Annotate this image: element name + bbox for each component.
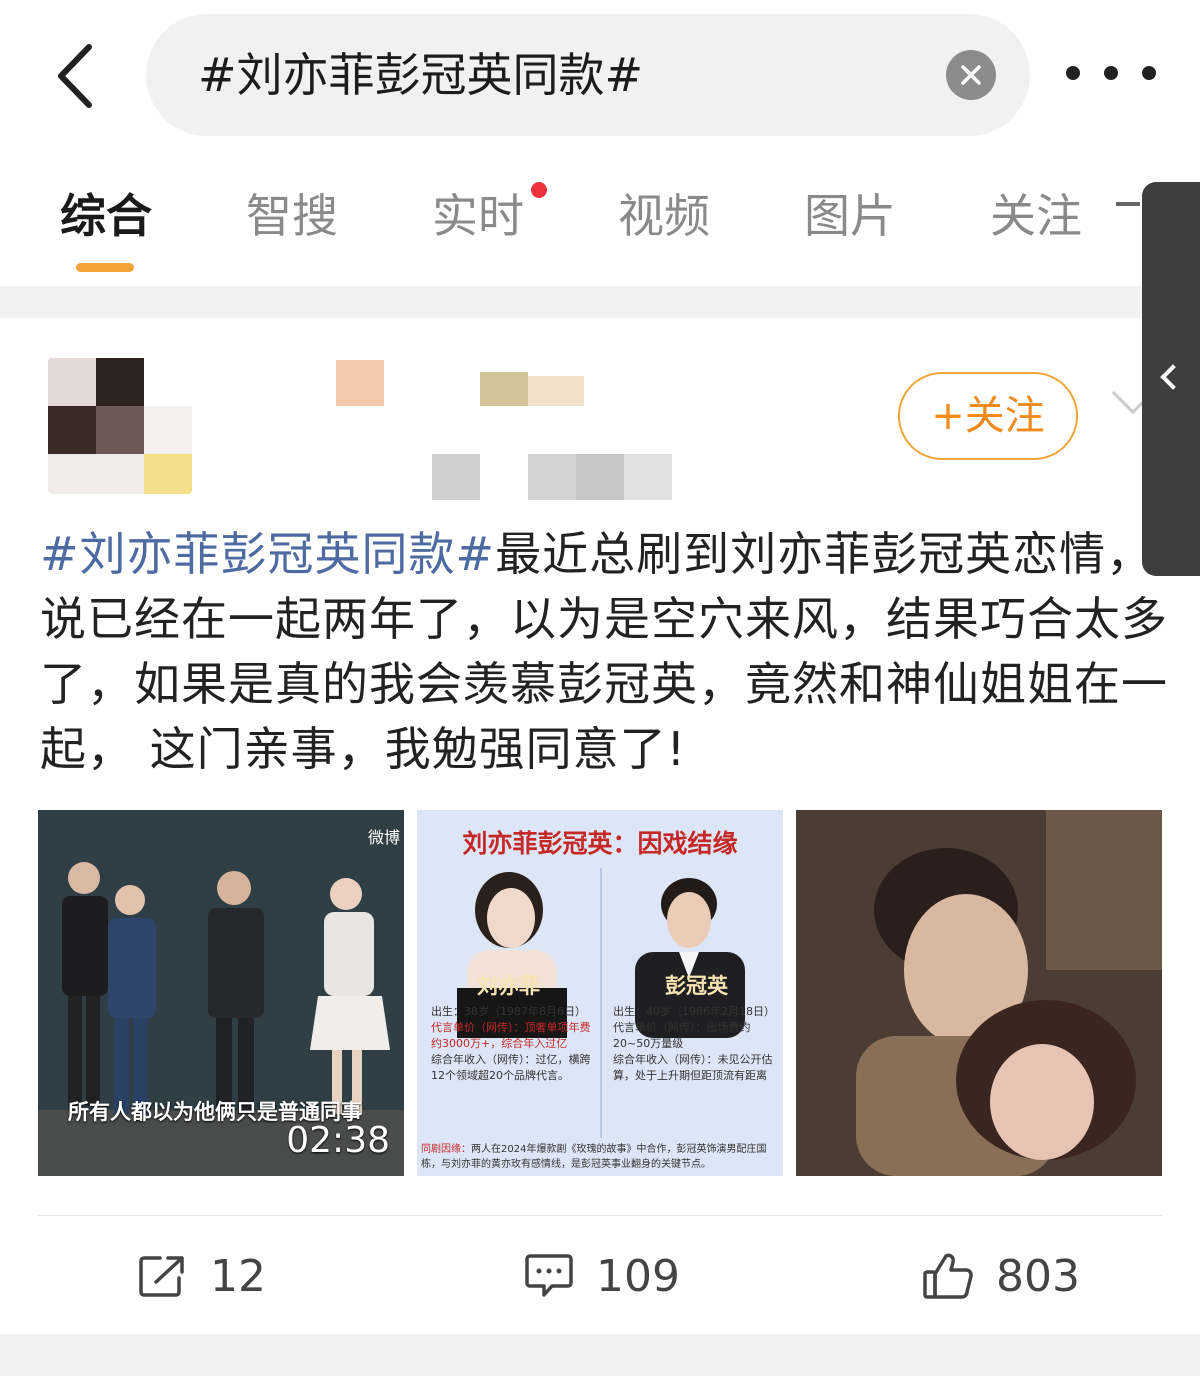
- meta-redacted: [624, 454, 672, 500]
- poster-footer-label: 同剧因缘：: [421, 1144, 471, 1155]
- avatar-pixel: [48, 358, 96, 406]
- post-body: #刘亦菲彭冠英同款#最近总刷到刘亦菲彭冠英恋情，说已经在一起两年了，以为是空穴来…: [40, 522, 1180, 782]
- back-arrow-icon: [58, 44, 92, 108]
- avatar[interactable]: [48, 358, 192, 494]
- more-options-button[interactable]: [1066, 48, 1156, 98]
- tab-realtime[interactable]: 实时: [432, 186, 524, 246]
- comment-icon: [525, 1254, 573, 1297]
- avatar-pixel: [96, 358, 144, 406]
- tab-images[interactable]: 图片: [804, 186, 896, 246]
- meta-redacted: [432, 454, 480, 500]
- video-duration: 02:38: [286, 1120, 390, 1161]
- username-redacted: [528, 376, 584, 406]
- poster-info-line: 综合年收入（网传）：未见公开估算，处于上升期但距顶流有距离: [613, 1053, 773, 1082]
- tab-comprehensive[interactable]: 综合: [60, 186, 152, 246]
- search-query: #刘亦菲彭冠英同款#: [198, 48, 644, 102]
- avatar-pixel: [48, 406, 96, 454]
- repost-count: 12: [210, 1250, 266, 1302]
- back-button[interactable]: [40, 36, 110, 116]
- poster-info-line: 代言单价（网传）：顶奢单项年费约3000万+，综合年入过亿: [431, 1021, 591, 1050]
- poster-title: 刘亦菲彭冠英：因戏结缘: [462, 829, 738, 858]
- post-images: 微博 所有人都以为他俩只是普通同事 02:38 刘亦菲彭冠英：因戏结缘 刘亦菲 …: [38, 810, 1162, 1176]
- comment-button[interactable]: 109: [524, 1240, 680, 1312]
- chevron-left-icon: [1160, 364, 1186, 390]
- hashtag-link[interactable]: #刘亦菲彭冠英同款#: [40, 527, 495, 581]
- poster-right-name: 彭冠英: [665, 973, 728, 998]
- section-separator: [0, 1334, 1200, 1376]
- tab-video[interactable]: 视频: [618, 186, 710, 246]
- video-thumbnail[interactable]: 微博 所有人都以为他俩只是普通同事 02:38: [38, 810, 404, 1176]
- weibo-watermark: 微博: [367, 828, 400, 847]
- repost-button[interactable]: 12: [138, 1240, 266, 1312]
- more-dot-icon: [1142, 66, 1156, 80]
- poster-footer-text: 两人在2024年爆款剧《玫瑰的故事》中合作，彭冠英饰演男配庄国栋，与刘亦菲的黄亦…: [421, 1144, 767, 1170]
- tab-following[interactable]: 关注: [990, 186, 1082, 246]
- new-dot-badge: [531, 182, 547, 198]
- poster-right-info: 出生：40岁（1986年2月18日） 代言单价（网传）：出场费约20~50万量级…: [613, 1004, 775, 1084]
- search-input[interactable]: #刘亦菲彭冠英同款#: [146, 14, 1030, 136]
- search-tabs: 综合 智搜 实时 视频 图片 关注: [0, 150, 1200, 286]
- post-actions: 12 109 803: [0, 1240, 1200, 1312]
- avatar-pixel: [144, 406, 192, 454]
- clear-search-button[interactable]: [946, 50, 996, 100]
- comment-count: 109: [596, 1250, 680, 1302]
- poster-info-line: 出生：38岁（1987年8月6日）: [431, 1005, 586, 1018]
- tab-overflow-hint: [1116, 202, 1140, 206]
- meta-redacted: [576, 454, 624, 500]
- poster-info-line: 代言单价（网传）：出场费约20~50万量级: [613, 1021, 751, 1050]
- poster-info-line: 出生：40岁（1986年2月18日）: [613, 1005, 775, 1018]
- top-bar: #刘亦菲彭冠英同款#: [0, 0, 1200, 150]
- repost-icon: [139, 1256, 184, 1297]
- couple-photo-illustration: [796, 810, 1162, 1176]
- follow-button[interactable]: +关注: [898, 372, 1078, 460]
- comparison-poster-image[interactable]: 刘亦菲彭冠英：因戏结缘 刘亦菲 彭冠英 出生：38岁（1987年8月6日） 代言…: [417, 810, 783, 1176]
- like-count: 803: [996, 1250, 1080, 1302]
- active-tab-indicator: [76, 263, 134, 272]
- poster-footer: 同剧因缘：两人在2024年爆款剧《玫瑰的故事》中合作，彭冠英饰演男配庄国栋，与刘…: [421, 1142, 779, 1172]
- avatar-pixel: [144, 454, 192, 494]
- like-button[interactable]: 803: [922, 1240, 1080, 1312]
- card-divider: [38, 1215, 1162, 1216]
- avatar-pixel: [48, 454, 144, 494]
- section-separator: [0, 286, 1200, 318]
- side-drawer-handle[interactable]: [1142, 182, 1200, 576]
- more-dot-icon: [1066, 66, 1080, 80]
- tab-smart-search[interactable]: 智搜: [246, 186, 338, 246]
- thumbs-up-icon: [923, 1253, 973, 1299]
- meta-redacted: [528, 454, 576, 500]
- username-redacted: [480, 372, 528, 406]
- close-icon: [961, 65, 981, 85]
- poster-info-line: 综合年收入（网传）：过亿，横跨12个领域超20个品牌代言。: [431, 1053, 591, 1082]
- avatar-pixel: [96, 406, 144, 454]
- poster-left-info: 出生：38岁（1987年8月6日） 代言单价（网传）：顶奢单项年费约3000万+…: [431, 1004, 591, 1084]
- poster-left-name: 刘亦菲: [477, 973, 540, 998]
- post-card: +关注 #刘亦菲彭冠英同款#最近总刷到刘亦菲彭冠英恋情，说已经在一起两年了，以为…: [0, 318, 1200, 1334]
- more-dot-icon: [1104, 66, 1118, 80]
- username-redacted: [336, 360, 384, 406]
- drama-still-image[interactable]: [796, 810, 1162, 1176]
